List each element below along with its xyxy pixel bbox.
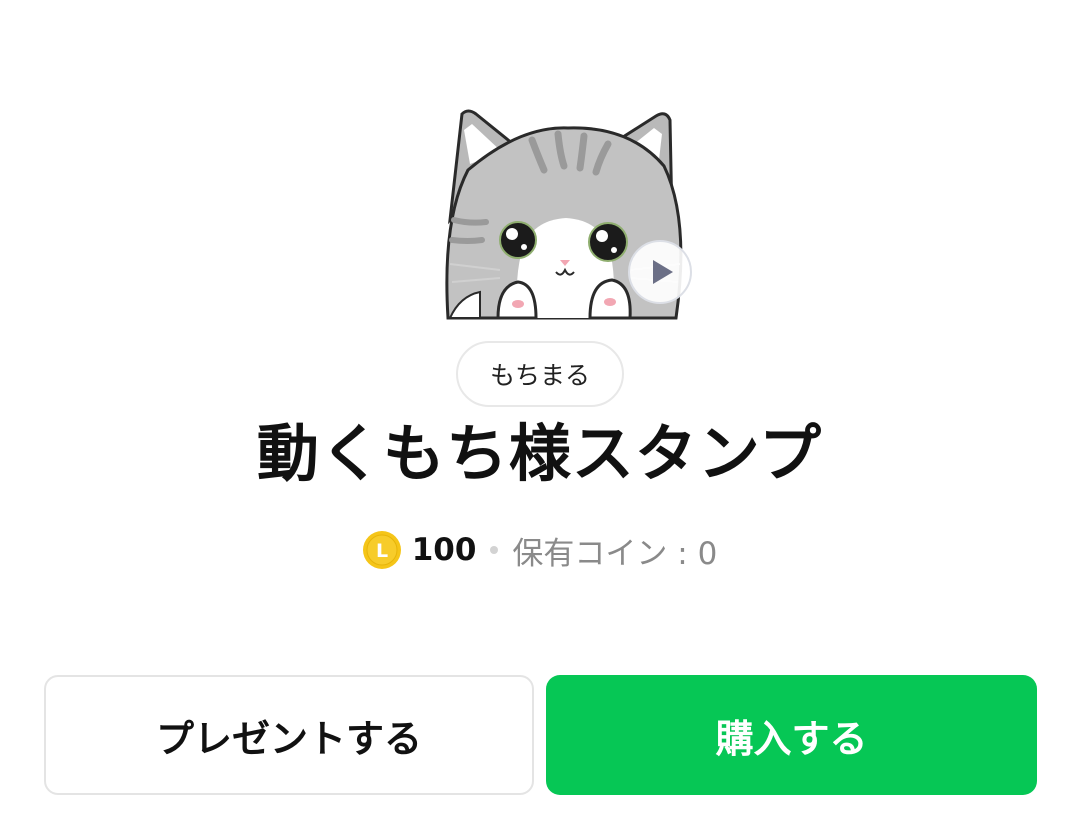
sticker-title: 動くもち様スタンプ <box>256 417 823 490</box>
play-icon <box>653 260 673 284</box>
owned-coins: 保有コイン : 0 <box>512 535 718 572</box>
sticker-preview[interactable] <box>440 100 700 320</box>
present-button[interactable]: プレゼントする <box>44 675 534 795</box>
coin-letter: L <box>376 540 388 562</box>
author-name-chip[interactable]: もちまる <box>456 341 624 407</box>
author-name: もちまる <box>489 361 590 390</box>
present-button-label: プレゼントする <box>155 716 422 761</box>
price-amount: 100 <box>411 532 477 568</box>
buy-button-label: 購入する <box>715 716 868 761</box>
separator-dot <box>490 546 499 554</box>
buy-button[interactable]: 購入する <box>546 675 1037 795</box>
line-coin-icon: L <box>362 531 401 569</box>
price-row: L 100 保有コイン : 0 <box>0 525 1079 575</box>
play-button[interactable] <box>628 240 692 304</box>
